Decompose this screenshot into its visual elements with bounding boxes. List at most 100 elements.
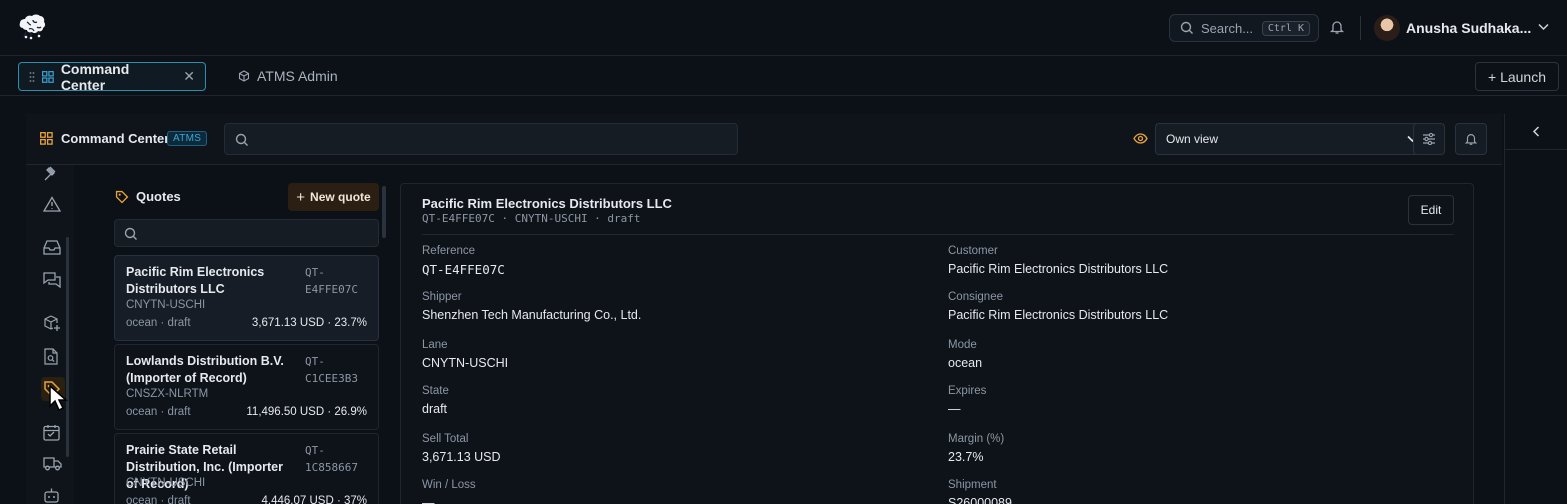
- drag-handle-icon[interactable]: [29, 71, 35, 83]
- user-name[interactable]: Anusha Sudhaka...: [1406, 20, 1531, 36]
- field-label-consignee: Consignee: [948, 291, 1003, 303]
- right-collapse-strip: [1504, 114, 1567, 504]
- field-label-lane: Lane: [422, 339, 448, 351]
- quote-lane: CNSZX-NLRTM: [126, 388, 209, 400]
- mouse-cursor-icon: [48, 384, 70, 412]
- bell-icon: [1464, 134, 1478, 145]
- quote-id: QT-1C858667: [305, 444, 358, 474]
- field-value-reference: QT-E4FFE07C: [422, 262, 505, 277]
- quotes-heading: Quotes: [115, 189, 181, 204]
- global-search[interactable]: Search... Ctrl K: [1169, 14, 1319, 42]
- field-value-mode: ocean: [948, 356, 983, 370]
- dashboard-icon: [41, 70, 54, 83]
- field-label-customer: Customer: [948, 245, 998, 257]
- quotes-scrollbar[interactable]: [382, 186, 386, 238]
- chevron-left-icon: [1532, 126, 1540, 137]
- panel-notifications-button[interactable]: [1455, 123, 1487, 155]
- tab-label: Command Center: [60, 60, 130, 93]
- view-select-value: Own view: [1166, 132, 1219, 146]
- panel-search-input[interactable]: [224, 123, 738, 155]
- edit-button[interactable]: Edit: [1408, 195, 1454, 225]
- brain-logo-icon[interactable]: [17, 12, 47, 42]
- panel-header: Command Center ATMS Own view: [26, 114, 1502, 165]
- field-label-shipper: Shipper: [422, 291, 462, 303]
- field-value-win-loss: —: [422, 496, 435, 504]
- plus-icon: +: [296, 188, 306, 206]
- avatar[interactable]: [1374, 15, 1400, 41]
- quote-amount: 11,496.50 USD · 26.9%: [246, 406, 367, 418]
- field-label-expires: Expires: [948, 385, 987, 397]
- truck-icon[interactable]: [43, 456, 62, 471]
- detail-subtitle: QT-E4FFE07C · CNYTN-USCHI · draft: [422, 212, 641, 225]
- search-icon: [235, 133, 248, 146]
- gavel-icon[interactable]: [43, 166, 60, 181]
- quote-id: QT-C1CEE3B3: [305, 355, 358, 385]
- quotes-title: Quotes: [136, 189, 181, 204]
- field-value-sell-total: 3,671.13 USD: [422, 450, 501, 464]
- quote-lane: CNYTN-USCHI: [126, 299, 206, 311]
- alert-triangle-icon[interactable]: [43, 196, 61, 212]
- divider: [1360, 16, 1361, 40]
- eye-icon: [1133, 133, 1148, 144]
- package-add-icon[interactable]: [43, 315, 61, 332]
- quote-list-item[interactable]: Lowlands Distribution B.V. (Importer of …: [114, 344, 379, 430]
- quote-customer: Pacific Rim Electronics Distributors LLC: [126, 265, 265, 296]
- tab-command-center[interactable]: Command Center ✕: [18, 60, 206, 93]
- view-select[interactable]: Own view: [1155, 123, 1429, 155]
- quote-meta: ocean · draft: [126, 495, 191, 504]
- quote-detail-panel: Pacific Rim Electronics Distributors LLC…: [400, 183, 1474, 504]
- tag-icon: [115, 190, 129, 203]
- field-value-lane: CNYTN-USCHI: [422, 356, 509, 370]
- search-placeholder: Search...: [1201, 20, 1254, 36]
- field-value-consignee: Pacific Rim Electronics Distributors LLC: [948, 308, 1169, 322]
- field-label-sell-total: Sell Total: [422, 433, 469, 445]
- field-label-mode: Mode: [948, 339, 977, 351]
- field-value-shipment: S26000089: [948, 496, 1012, 504]
- dashboard-icon: [40, 132, 53, 145]
- search-shortcut: Ctrl K: [1261, 20, 1310, 36]
- atms-badge: ATMS: [167, 131, 208, 146]
- field-value-customer: Pacific Rim Electronics Distributors LLC: [948, 262, 1169, 276]
- robot-icon[interactable]: [43, 487, 60, 504]
- field-label-state: State: [422, 385, 449, 397]
- quote-id: QT-E4FFE07C: [305, 266, 358, 296]
- quote-lane: CNYTN-USCHI: [126, 477, 206, 489]
- quote-list-item[interactable]: Prairie State Retail Distribution, Inc. …: [114, 433, 379, 504]
- tab-bar: Command Center ✕ ATMS Admin + Launch: [0, 56, 1567, 96]
- new-quote-label: New quote: [310, 190, 371, 204]
- search-icon: [124, 227, 137, 240]
- field-label-margin: Margin (%): [948, 433, 1005, 445]
- field-value-margin: 23.7%: [948, 450, 984, 464]
- panel-title: Command Center: [61, 131, 170, 146]
- document-search-icon[interactable]: [43, 348, 59, 365]
- quote-customer: Lowlands Distribution B.V. (Importer of …: [126, 354, 284, 385]
- field-label-shipment: Shipment: [948, 479, 997, 491]
- chevron-down-icon[interactable]: [1538, 23, 1549, 31]
- sidebar: [26, 165, 74, 504]
- inbox-icon[interactable]: [43, 240, 61, 255]
- quote-list-item[interactable]: Pacific Rim Electronics Distributors LLC…: [114, 255, 379, 341]
- notifications-bell-icon[interactable]: [1329, 19, 1345, 35]
- field-value-expires: —: [948, 402, 961, 416]
- divider: [422, 234, 1454, 235]
- field-value-shipper: Shenzhen Tech Manufacturing Co., Ltd.: [422, 308, 642, 322]
- collapse-panel-button[interactable]: [1505, 114, 1567, 150]
- sidebar-scrollbar[interactable]: [66, 237, 69, 457]
- launch-button[interactable]: + Launch: [1475, 62, 1559, 91]
- field-value-state: draft: [422, 402, 448, 416]
- field-label-reference: Reference: [422, 245, 476, 257]
- quote-amount: 4,446.07 USD · 37%: [261, 495, 367, 504]
- field-label-win-loss: Win / Loss: [422, 479, 476, 491]
- filter-settings-button[interactable]: [1413, 123, 1445, 155]
- chat-icon[interactable]: [43, 272, 61, 288]
- quotes-search-input[interactable]: [114, 219, 379, 247]
- top-bar: Search... Ctrl K Anusha Sudhaka...: [0, 0, 1567, 56]
- tab-atms-admin[interactable]: ATMS Admin: [238, 68, 338, 84]
- new-quote-button[interactable]: + New quote: [288, 183, 379, 211]
- calendar-icon[interactable]: [43, 424, 60, 441]
- quote-meta: ocean · draft: [126, 406, 191, 418]
- quote-amount: 3,671.13 USD · 23.7%: [251, 317, 367, 329]
- search-icon: [1180, 21, 1193, 34]
- close-icon[interactable]: ✕: [183, 68, 195, 85]
- sliders-icon: [1423, 133, 1435, 145]
